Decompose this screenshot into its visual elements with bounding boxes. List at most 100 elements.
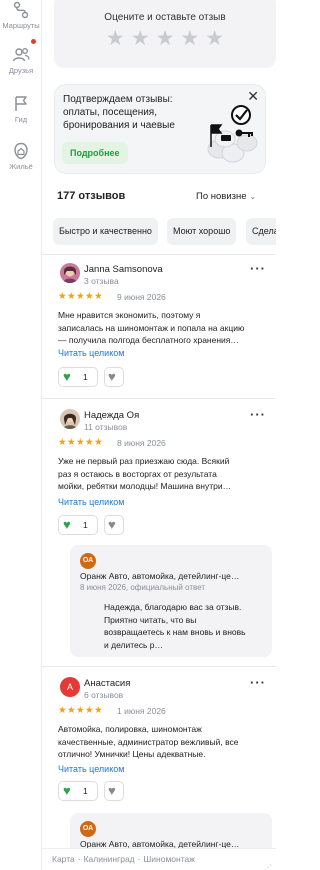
friends-icon — [12, 48, 30, 62]
read-more-link[interactable]: Читать целиком — [58, 497, 124, 507]
heart-green-icon: ♥ — [63, 517, 71, 532]
rail-label: Жильё — [9, 162, 33, 171]
review-text: Уже не первый раз приезжаю сюда. Всякий … — [58, 455, 270, 493]
housing-icon — [14, 142, 28, 160]
reply-text-line: Приятно читать, что вы — [104, 614, 197, 625]
avatar-initial[interactable]: А — [60, 677, 80, 697]
reply-text: Надежда, благодарю вас за отзыв. Приятно… — [104, 601, 258, 651]
rate-star-4[interactable]: ★ — [180, 28, 199, 49]
review-text-line: Автомойка, полировка, шиномонтаж — [58, 724, 202, 734]
breadcrumb-separator: · — [77, 854, 81, 864]
like-button[interactable]: ♥ 1 — [58, 781, 98, 801]
breadcrumb-links: Карта · Калининград · Шиномонтаж — [52, 854, 195, 864]
official-reply: ОА Оранж Авто, автомойка, детейлинг-це… … — [70, 545, 272, 657]
rate-star-3[interactable]: ★ — [156, 28, 175, 49]
breadcrumb: Карта · Калининград · Шиномонтаж ⋰ — [42, 848, 276, 870]
rate-star-2[interactable]: ★ — [131, 28, 150, 49]
more-options-icon[interactable]: ··· — [250, 675, 266, 690]
more-options-icon[interactable]: ··· — [250, 407, 266, 422]
read-more-link[interactable]: Читать целиком — [58, 764, 124, 774]
reviewer-name[interactable]: Анастасия — [84, 678, 130, 689]
like-count: 1 — [83, 520, 88, 530]
rate-title: Оцените и оставьте отзыв — [104, 12, 226, 23]
review-text: Мне нравится экономить, поэтому я записа… — [58, 309, 270, 347]
review-text: Автомойка, полировка, шиномонтаж качеств… — [58, 723, 270, 761]
like-count: 1 — [83, 786, 88, 796]
reviews-panel: Оцените и оставьте отзыв ★ ★ ★ ★ ★ Подтвержд… — [42, 0, 276, 870]
rate-star-1[interactable]: ★ — [106, 28, 125, 49]
reviewer-name[interactable]: Janna Samsonova — [84, 264, 163, 275]
rail-item-housing[interactable]: Жильё — [0, 142, 42, 171]
rate-stars: ★ ★ ★ ★ ★ — [54, 28, 276, 50]
promo-line: бронирования и чаевые — [63, 120, 175, 131]
promo-text: Подтверждаем отзывы: оплаты, посещения, … — [63, 93, 193, 132]
dislike-button[interactable]: ♥ — [104, 367, 124, 387]
verification-promo-card: Подтверждаем отзывы: оплаты, посещения, … — [54, 84, 266, 174]
divider — [42, 254, 276, 255]
review-text-line: — получила полгода бесплатного хранения… — [58, 335, 239, 345]
chip-wash-good[interactable]: Моют хорошо — [167, 218, 237, 245]
review-text-line: отлично! Умнички! Цены адекватные. — [58, 749, 206, 759]
reviewer-name[interactable]: Надежда Оя — [84, 410, 139, 421]
avatar[interactable] — [60, 409, 80, 429]
heart-green-icon: ♥ — [63, 369, 71, 384]
breadcrumb-map[interactable]: Карта — [52, 854, 75, 864]
reviewer-review-count: 6 отзывов — [84, 690, 124, 700]
review-stars: ★★★★★ — [58, 437, 104, 448]
breadcrumb-separator: · — [137, 854, 141, 864]
review-text-line: Мне нравится экономить, поэтому я — [58, 310, 201, 320]
heart-gray-icon: ♥ — [108, 369, 116, 384]
route-icon — [13, 1, 29, 19]
avatar-photo-icon — [60, 263, 80, 283]
reply-org-name[interactable]: Оранж Авто, автомойка, детейлинг-це… — [80, 571, 250, 581]
dislike-button[interactable]: ♥ — [104, 781, 124, 801]
rail-item-guide[interactable]: Гид — [0, 95, 42, 124]
left-rail: Маршруты Друзья Гид Жильё — [0, 0, 42, 870]
org-logo: ОА — [80, 821, 96, 837]
rail-label: Гид — [14, 115, 28, 124]
heart-gray-icon: ♥ — [108, 517, 116, 532]
review-text-line: Уже не первый раз приезжаю сюда. Всякий — [58, 456, 230, 466]
divider — [42, 398, 276, 399]
like-button[interactable]: ♥ 1 — [58, 367, 98, 387]
like-count: 1 — [83, 372, 88, 382]
review-date: 8 июня 2026 — [117, 438, 166, 448]
reviews-header: 177 отзывов По новизне ⌄ — [57, 190, 276, 204]
guide-flag-icon — [15, 96, 27, 111]
divider — [42, 666, 276, 667]
verification-illustration-icon — [207, 105, 258, 163]
review-text-line: качественные, администратор вежливый, вс… — [58, 736, 239, 747]
review-date: 9 июня 2026 — [117, 292, 166, 302]
rail-item-friends[interactable]: Друзья — [0, 46, 42, 75]
review-text-line: записалась на шиномонтаж и попала на акц… — [58, 322, 245, 333]
reviewer-review-count: 11 отзывов — [84, 422, 128, 432]
rail-item-routes[interactable]: Маршруты — [0, 1, 42, 30]
more-options-icon[interactable]: ··· — [250, 261, 266, 276]
promo-details-button[interactable]: Подробнее — [62, 142, 128, 164]
like-button[interactable]: ♥ 1 — [58, 515, 98, 535]
breadcrumb-category[interactable]: Шиномонтаж — [143, 854, 194, 864]
rate-card: Оцените и оставьте отзыв ★ ★ ★ ★ ★ — [54, 0, 276, 68]
chip-done[interactable]: Сдела — [246, 218, 276, 245]
rate-star-5[interactable]: ★ — [205, 28, 224, 49]
review-date: 1 июня 2026 — [117, 706, 166, 716]
resize-grip-icon: ⋰ — [264, 863, 273, 870]
reply-text-line: и делитесь р… — [104, 639, 164, 650]
sort-dropdown[interactable]: По новизне ⌄ — [196, 191, 256, 202]
reply-text-line: возвращаетесь к нам вновь и вновь — [104, 627, 246, 637]
reviews-count: 177 отзывов — [57, 190, 126, 202]
promo-line: оплаты, посещения, — [63, 107, 157, 118]
heart-green-icon: ♥ — [63, 783, 71, 798]
chevron-down-icon: ⌄ — [249, 192, 257, 201]
breadcrumb-city[interactable]: Калининград — [84, 854, 135, 864]
org-logo: ОА — [80, 553, 96, 569]
dislike-button[interactable]: ♥ — [104, 515, 124, 535]
reviewer-review-count: 3 отзыва — [84, 276, 119, 286]
review-stars: ★★★★★ — [58, 705, 104, 716]
heart-gray-icon: ♥ — [108, 783, 116, 798]
review-stars: ★★★★★ — [58, 291, 104, 302]
avatar[interactable] — [60, 263, 80, 283]
read-more-link[interactable]: Читать целиком — [58, 348, 124, 358]
chip-fast-quality[interactable]: Быстро и качественно — [53, 218, 158, 245]
rail-label: Друзья — [8, 66, 34, 75]
